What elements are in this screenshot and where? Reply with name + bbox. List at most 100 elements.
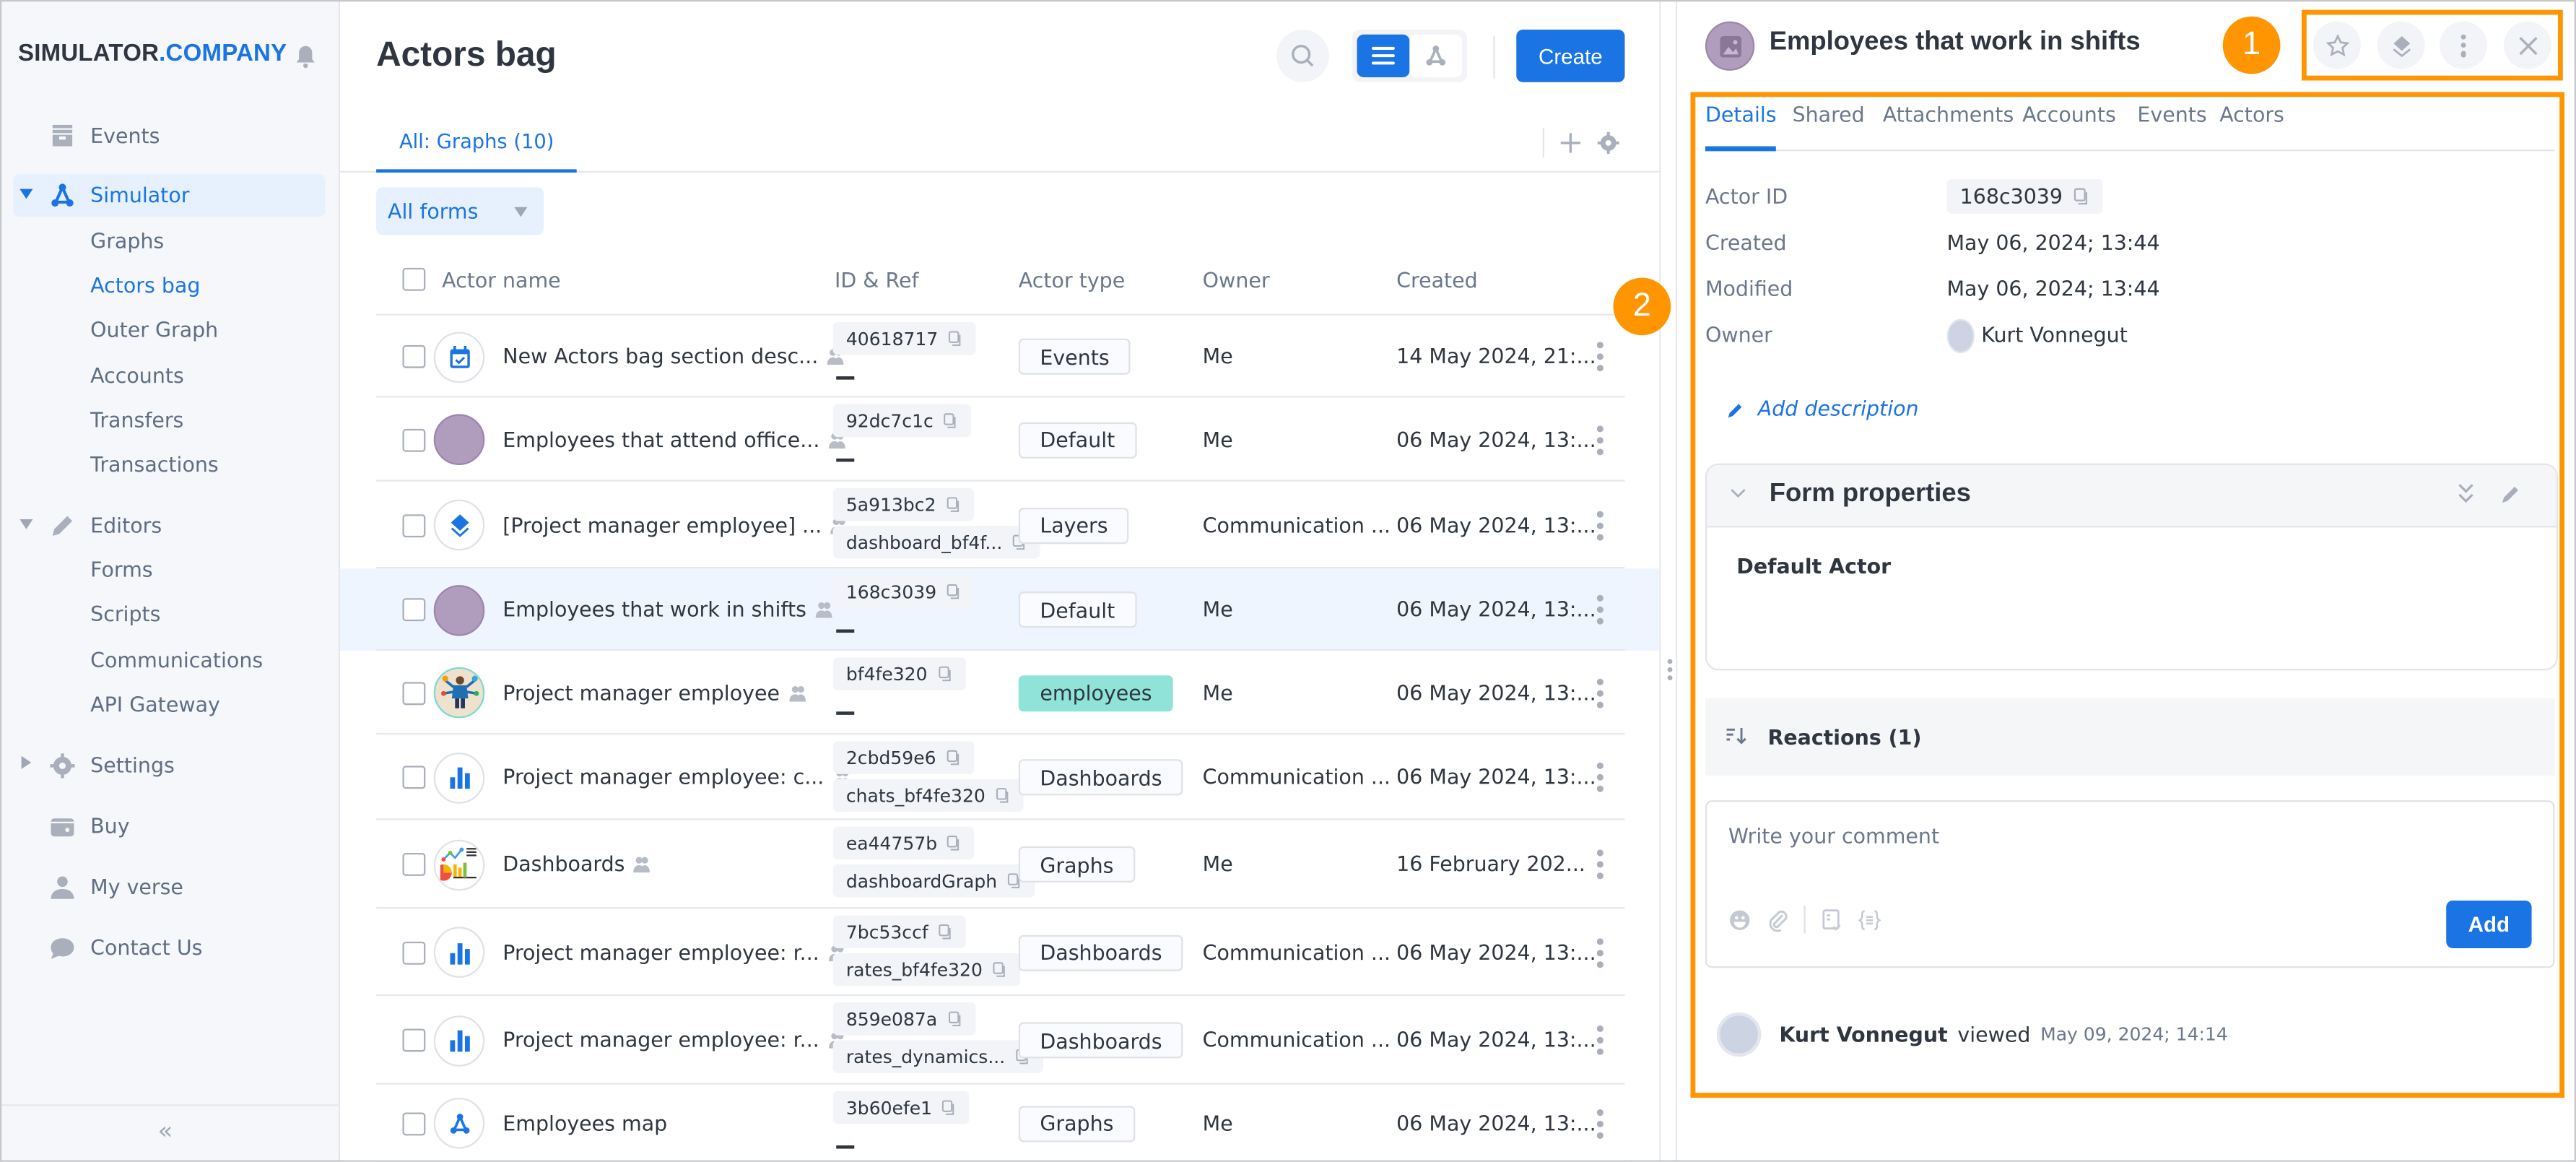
table-row[interactable]: Employees that attend office... 92dc7c1c D… — [340, 398, 1659, 482]
row-checkbox[interactable] — [402, 852, 426, 876]
more-options-button[interactable] — [2440, 21, 2488, 69]
actor-name[interactable]: Employees that work in shifts — [502, 597, 832, 623]
table-row[interactable]: Employees that work in shifts 168c3039 Def… — [340, 568, 1660, 651]
row-menu-icon[interactable] — [1593, 594, 1606, 625]
copy-icon[interactable] — [993, 961, 1007, 978]
copy-icon[interactable] — [947, 835, 962, 851]
row-checkbox[interactable] — [402, 513, 426, 537]
ref-chip[interactable]: rates_bf4fe320 — [832, 953, 1021, 987]
table-row[interactable]: Employees map 3b60efe1 Graphs Me 06 May 2024… — [340, 1085, 1659, 1162]
expand-all-icon[interactable] — [2456, 483, 2476, 506]
actor-name[interactable]: Project manager employee: r... — [502, 939, 845, 965]
chevron-down-icon[interactable] — [1730, 488, 1746, 500]
favorite-button[interactable] — [2312, 21, 2361, 69]
copy-icon[interactable] — [948, 330, 962, 347]
emoji-icon[interactable] — [1728, 908, 1752, 931]
sidebar-subitem-api-gateway[interactable]: API Gateway — [90, 692, 220, 716]
row-checkbox[interactable] — [402, 940, 426, 964]
col-actor-name[interactable]: Actor name — [442, 268, 561, 292]
id-chip[interactable]: ea44757b — [832, 826, 975, 860]
sidebar-item-editors[interactable]: Editors — [13, 505, 325, 547]
col-id-ref[interactable]: ID & Ref — [835, 268, 919, 292]
id-chip[interactable]: 859e087a — [832, 1002, 975, 1036]
actor-name[interactable]: Project manager employee — [502, 680, 806, 706]
row-checkbox[interactable] — [402, 1028, 426, 1052]
layers-button[interactable] — [2377, 21, 2425, 69]
add-comment-button[interactable]: Add — [2446, 900, 2532, 948]
sidebar-subitem-actors-bag[interactable]: Actors bag — [90, 273, 200, 298]
col-actor-type[interactable]: Actor type — [1019, 268, 1125, 292]
copy-icon[interactable] — [938, 924, 952, 940]
table-row[interactable]: Project manager employee: c... 2cbd59e6 ch… — [340, 734, 1659, 820]
copy-icon[interactable] — [947, 1010, 962, 1027]
tab-shared[interactable]: Shared — [1793, 102, 1865, 126]
col-owner[interactable]: Owner — [1203, 268, 1270, 292]
sidebar-subitem-transfers[interactable]: Transfers — [90, 407, 183, 432]
copy-icon[interactable] — [946, 750, 960, 766]
copy-icon[interactable] — [2073, 187, 2089, 205]
copy-icon[interactable] — [995, 787, 1009, 804]
brand-logo[interactable]: SIMULATOR.COMPANY — [18, 41, 287, 67]
sidebar-subitem-communications[interactable]: Communications — [90, 648, 263, 672]
tab-actors[interactable]: Actors — [2219, 102, 2284, 126]
table-row[interactable]: Dashboards ea44757b dashboardGraph Graphs Me… — [340, 820, 1659, 909]
create-button[interactable]: Create — [1516, 29, 1625, 82]
row-checkbox[interactable] — [402, 1111, 426, 1135]
id-chip[interactable]: 7bc53ccf — [832, 915, 966, 948]
sidebar-item-contact-us[interactable]: Contact Us — [13, 927, 325, 969]
actor-name[interactable]: Employees that attend office... — [502, 426, 845, 452]
row-menu-icon[interactable] — [1593, 677, 1606, 708]
activity-user[interactable]: Kurt Vonnegut — [1779, 1022, 1947, 1046]
table-row[interactable]: Project manager employee: r... 7bc53ccf ra… — [340, 909, 1659, 996]
actor-name[interactable]: Employees map — [502, 1110, 667, 1135]
copy-icon[interactable] — [946, 496, 960, 513]
tab-all-graphs[interactable]: All: Graphs (10) — [376, 130, 578, 173]
add-tab-icon[interactable] — [1559, 131, 1582, 155]
table-row[interactable]: [Project manager employee] ... 5a913bc2 da… — [340, 482, 1659, 569]
sidebar-item-my-verse[interactable]: My verse — [13, 866, 325, 909]
id-chip[interactable]: 2cbd59e6 — [832, 741, 974, 774]
ref-chip[interactable]: dashboardGraph — [832, 864, 1035, 898]
graph-view-button[interactable] — [1409, 34, 1463, 77]
list-view-button[interactable] — [1357, 34, 1410, 77]
row-menu-icon[interactable] — [1593, 1025, 1606, 1055]
actor-id-chip[interactable]: 168c3039 — [1946, 179, 2102, 214]
col-created[interactable]: Created — [1396, 268, 1478, 292]
id-chip[interactable]: 5a913bc2 — [832, 487, 974, 521]
row-menu-icon[interactable] — [1593, 849, 1606, 880]
row-menu-icon[interactable] — [1593, 342, 1606, 372]
sidebar-item-events[interactable]: Events — [13, 115, 325, 157]
comment-input[interactable]: Write your comment Add — [1705, 800, 2555, 968]
id-chip[interactable]: 3b60efe1 — [832, 1091, 970, 1124]
row-checkbox[interactable] — [402, 428, 426, 451]
sidebar-subitem-transactions[interactable]: Transactions — [90, 452, 219, 477]
id-chip[interactable]: 168c3039 — [832, 575, 975, 608]
copy-icon[interactable] — [937, 666, 952, 682]
sidebar-subitem-outer-graph[interactable]: Outer Graph — [90, 317, 218, 342]
copy-icon[interactable] — [947, 584, 961, 600]
tab-attachments[interactable]: Attachments — [1883, 102, 2014, 126]
form-properties-header[interactable]: Form properties — [1707, 464, 2557, 528]
row-checkbox[interactable] — [402, 598, 426, 622]
tab-details[interactable]: Details — [1705, 102, 1777, 152]
close-button[interactable] — [2503, 21, 2551, 69]
actor-name[interactable]: Project manager employee: r... — [502, 1027, 845, 1053]
row-menu-icon[interactable] — [1593, 1108, 1606, 1138]
sidebar-subitem-graphs[interactable]: Graphs — [90, 228, 164, 253]
row-checkbox[interactable] — [402, 766, 426, 789]
sidebar-item-simulator[interactable]: Simulator — [13, 174, 326, 217]
copy-icon[interactable] — [942, 1099, 957, 1116]
collapse-sidebar-button[interactable]: « — [157, 1116, 173, 1145]
table-row[interactable]: Project manager employee bf4fe320 employee… — [340, 651, 1659, 735]
search-button[interactable] — [1276, 29, 1329, 82]
sidebar-item-buy[interactable]: Buy — [13, 805, 325, 848]
id-chip[interactable]: bf4fe320 — [832, 657, 965, 690]
actor-name[interactable]: Project manager employee: c... — [502, 764, 850, 790]
sidebar-subitem-scripts[interactable]: Scripts — [90, 602, 160, 626]
table-row[interactable]: New Actors bag section desc... 40618717 Ev… — [340, 316, 1659, 398]
row-menu-icon[interactable] — [1593, 510, 1606, 540]
panel-resize-handle[interactable] — [1659, 0, 1678, 1162]
row-menu-icon[interactable] — [1593, 762, 1606, 792]
tab-events[interactable]: Events — [2137, 102, 2206, 126]
row-menu-icon[interactable] — [1593, 937, 1606, 968]
